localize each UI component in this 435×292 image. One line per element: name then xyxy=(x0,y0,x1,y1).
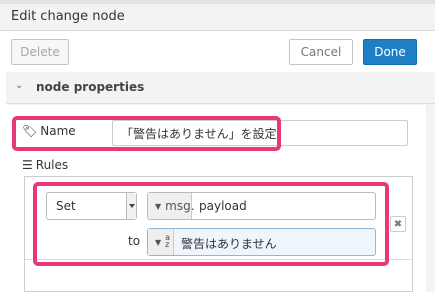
list-icon: ☰ xyxy=(22,158,33,172)
tray-toolbar: Delete Cancel Done xyxy=(0,32,435,70)
tray-header: Edit change node xyxy=(0,4,435,31)
highlight-name-annotation xyxy=(12,116,281,151)
rules-label-text: Rules xyxy=(35,158,69,172)
remove-rule-button[interactable]: ✖ xyxy=(390,216,406,232)
highlight-rules-annotation xyxy=(33,182,389,266)
cancel-button[interactable]: Cancel xyxy=(289,39,353,65)
page-title: Edit change node xyxy=(11,9,125,24)
delete-button[interactable]: Delete xyxy=(11,39,69,65)
chevron-down-icon: ⌄ xyxy=(15,80,24,91)
section-label: node properties xyxy=(36,80,145,94)
done-button[interactable]: Done xyxy=(363,39,417,65)
rules-label: ☰ Rules xyxy=(22,158,68,172)
node-properties-header[interactable]: ⌄ node properties xyxy=(6,72,435,104)
